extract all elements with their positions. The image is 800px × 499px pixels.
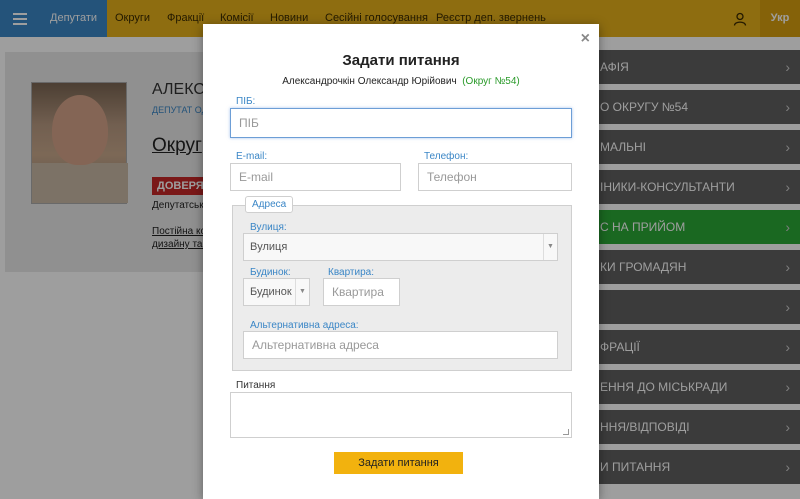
- apartment-input[interactable]: Квартира: [323, 278, 400, 306]
- chevron-down-icon: ▼: [295, 279, 309, 305]
- submit-question-button[interactable]: Задати питання: [334, 452, 463, 474]
- street-label: Вулиця:: [250, 222, 287, 233]
- question-label: Питання: [236, 380, 276, 391]
- deputy-full-name: Александрочкін Олександр Юрійович: [282, 76, 457, 87]
- ask-question-dialog: × Задати питання Александрочкін Олександ…: [203, 24, 599, 499]
- pib-input[interactable]: ПІБ: [230, 108, 572, 138]
- address-legend: Адреса: [245, 196, 294, 213]
- alt-address-input[interactable]: Альтернативна адреса: [243, 331, 558, 359]
- pib-label: ПІБ:: [236, 96, 256, 107]
- phone-input[interactable]: Телефон: [418, 163, 572, 191]
- dialog-deputy-line: Александрочкін Олександр Юрійович (Округ…: [203, 76, 599, 87]
- dialog-title: Задати питання: [342, 52, 460, 69]
- house-select[interactable]: Будинок ▼: [243, 278, 310, 306]
- chevron-down-icon: ▼: [543, 234, 557, 260]
- close-icon[interactable]: ×: [581, 30, 590, 48]
- phone-label: Телефон:: [424, 151, 469, 162]
- deputy-district: (Округ №54): [462, 76, 520, 87]
- email-input[interactable]: E-mail: [230, 163, 401, 191]
- street-select[interactable]: Вулиця ▼: [243, 233, 558, 261]
- apartment-label: Квартира:: [328, 267, 374, 278]
- alt-address-label: Альтернативна адреса:: [250, 320, 359, 331]
- house-label: Будинок:: [250, 267, 291, 278]
- resize-handle-icon[interactable]: [563, 429, 569, 435]
- email-label: E-mail:: [236, 151, 268, 162]
- question-textarea[interactable]: [230, 392, 572, 438]
